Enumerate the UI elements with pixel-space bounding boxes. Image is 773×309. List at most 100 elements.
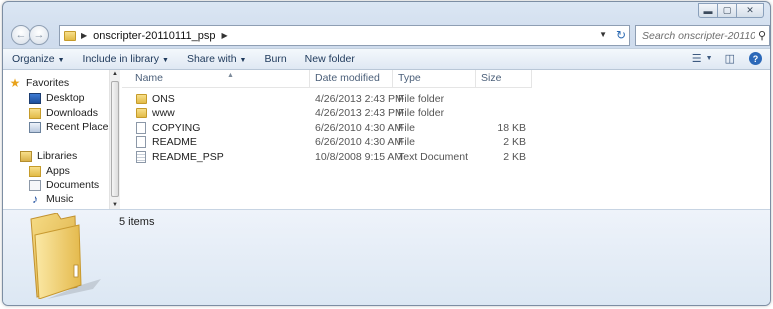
scroll-up-arrow-icon[interactable]: ▲ bbox=[112, 71, 118, 77]
views-icon[interactable]: ☰ bbox=[692, 52, 702, 65]
nav-item-documents[interactable]: Documents bbox=[29, 178, 99, 192]
views-dropdown-icon[interactable]: ▼ bbox=[706, 55, 713, 62]
file-name-cell: README bbox=[136, 135, 197, 149]
file-date: 10/8/2008 9:15 AM bbox=[315, 151, 404, 163]
forward-button[interactable]: → bbox=[29, 25, 49, 45]
item-count: 5 items bbox=[119, 216, 155, 228]
minimize-button[interactable]: ▬ bbox=[698, 3, 718, 18]
file-row[interactable]: README_PSP 10/8/2008 9:15 AM Text Docume… bbox=[122, 150, 542, 164]
folder-icon bbox=[136, 108, 147, 118]
nav-item-desktop[interactable]: Desktop bbox=[29, 91, 85, 105]
column-headers: Name ▲ Date modified Type Size bbox=[122, 70, 532, 88]
new-folder-button[interactable]: New folder bbox=[296, 53, 364, 65]
scroll-down-arrow-icon[interactable]: ▼ bbox=[112, 202, 118, 208]
file-type: File folder bbox=[398, 93, 445, 105]
search-box[interactable]: Search onscripter-20110111_... ⚲ bbox=[635, 25, 770, 46]
file-type: Text Document bbox=[398, 151, 469, 163]
downloads-folder-icon bbox=[29, 107, 41, 119]
forward-arrow-icon: → bbox=[33, 29, 45, 41]
file-size: 2 KB bbox=[503, 151, 526, 163]
file-row[interactable]: www 4/26/2013 2:43 PM File folder bbox=[122, 106, 542, 120]
address-history-dropdown-icon[interactable]: ▼ bbox=[599, 30, 607, 39]
nav-favorites[interactable]: ★ Favorites bbox=[9, 76, 70, 90]
file-name: README bbox=[152, 136, 197, 148]
search-icon[interactable]: ⚲ bbox=[755, 29, 769, 42]
file-row[interactable]: README 6/26/2010 4:30 AM File 2 KB bbox=[122, 135, 542, 149]
search-input[interactable]: Search onscripter-20110111_... bbox=[636, 30, 755, 42]
explorer-window: ▬ ▢ ✕ ← → ▶ onscripter-20110111_psp ▶ ▼ … bbox=[2, 1, 771, 306]
share-with-label: Share with bbox=[186, 53, 237, 65]
folder-icon bbox=[29, 165, 41, 177]
close-button[interactable]: ✕ bbox=[736, 3, 764, 18]
star-icon: ★ bbox=[9, 76, 21, 90]
preview-pane-icon[interactable]: ◫ bbox=[725, 52, 735, 65]
file-type: File bbox=[398, 122, 415, 134]
nav-item-label: Recent Places bbox=[46, 121, 114, 133]
toolbar-right-icons: ☰ ▼ ◫ ? bbox=[680, 52, 762, 65]
organize-menu[interactable]: Organize ▼ bbox=[3, 53, 74, 65]
include-in-library-menu[interactable]: Include in library ▼ bbox=[74, 53, 178, 65]
nav-item-music[interactable]: ♪ Music bbox=[29, 192, 73, 206]
navigation-pane: ★ Favorites Desktop Downloads Recent Pla… bbox=[3, 70, 114, 209]
column-header-size[interactable]: Size bbox=[476, 70, 532, 87]
nav-item-label: Documents bbox=[46, 179, 100, 191]
column-header-date-modified[interactable]: Date modified bbox=[310, 70, 393, 87]
chevron-down-icon: ▼ bbox=[239, 57, 247, 64]
folder-icon bbox=[64, 30, 76, 41]
nav-item-downloads[interactable]: Downloads bbox=[29, 106, 98, 120]
folder-icon bbox=[136, 94, 147, 104]
favorites-label: Favorites bbox=[26, 77, 70, 89]
text-document-icon bbox=[136, 151, 146, 163]
file-date: 4/26/2013 2:43 PM bbox=[315, 107, 404, 119]
content-area: ★ Favorites Desktop Downloads Recent Pla… bbox=[3, 70, 770, 209]
file-row[interactable]: ONS 4/26/2013 2:43 PM File folder bbox=[122, 92, 542, 106]
help-icon[interactable]: ? bbox=[749, 52, 762, 65]
command-bar: Organize ▼ Include in library ▼ Share with… bbox=[3, 48, 770, 70]
file-row[interactable]: COPYING 6/26/2010 4:30 AM File 18 KB bbox=[122, 121, 542, 135]
column-header-type[interactable]: Type bbox=[393, 70, 476, 87]
file-name-cell: ONS bbox=[136, 92, 175, 106]
details-pane: 5 items bbox=[3, 209, 770, 305]
documents-icon bbox=[29, 179, 41, 191]
column-header-name[interactable]: Name ▲ bbox=[130, 70, 310, 87]
scrollbar-thumb[interactable] bbox=[111, 81, 119, 197]
nav-item-apps[interactable]: Apps bbox=[29, 164, 70, 178]
back-button[interactable]: ← bbox=[11, 25, 31, 45]
file-name: README_PSP bbox=[152, 151, 224, 163]
share-with-menu[interactable]: Share with ▼ bbox=[178, 53, 256, 65]
address-bar[interactable]: ▶ onscripter-20110111_psp ▶ ▼ ↻ bbox=[59, 25, 630, 46]
burn-button[interactable]: Burn bbox=[255, 53, 295, 65]
file-type: File bbox=[398, 136, 415, 148]
column-name-label: Name bbox=[135, 72, 164, 84]
nav-item-recent-places[interactable]: Recent Places bbox=[29, 120, 114, 134]
chevron-down-icon: ▼ bbox=[162, 57, 169, 64]
breadcrumb-chevron-icon[interactable]: ▶ bbox=[221, 31, 227, 40]
nav-libraries[interactable]: Libraries bbox=[20, 149, 77, 163]
chevron-down-icon: ▼ bbox=[57, 57, 65, 64]
file-name-cell: www bbox=[136, 106, 175, 120]
file-name: ONS bbox=[152, 93, 175, 105]
recent-places-icon bbox=[29, 121, 41, 133]
navigation-row: ← → ▶ onscripter-20110111_psp ▶ ▼ ↻ Sear… bbox=[9, 24, 770, 46]
caption-buttons: ▬ ▢ ✕ bbox=[698, 3, 764, 18]
refresh-icon[interactable]: ↻ bbox=[616, 28, 626, 42]
breadcrumb-chevron-icon[interactable]: ▶ bbox=[81, 31, 87, 40]
breadcrumb-current[interactable]: onscripter-20110111_psp bbox=[93, 30, 215, 42]
file-date: 6/26/2010 4:30 AM bbox=[315, 122, 404, 134]
maximize-icon: ▢ bbox=[722, 5, 732, 15]
file-size bbox=[471, 92, 526, 106]
include-in-library-label: Include in library bbox=[82, 53, 159, 65]
file-date: 4/26/2013 2:43 PM bbox=[315, 93, 404, 105]
libraries-label: Libraries bbox=[37, 150, 78, 162]
organize-label: Organize bbox=[12, 53, 55, 65]
nav-item-label: Desktop bbox=[46, 92, 85, 104]
libraries-icon bbox=[20, 150, 32, 162]
maximize-button[interactable]: ▢ bbox=[717, 3, 737, 18]
file-icon bbox=[136, 122, 146, 134]
file-name-cell: README_PSP bbox=[136, 150, 224, 164]
sort-ascending-icon: ▲ bbox=[227, 72, 234, 79]
large-folder-icon bbox=[30, 213, 101, 299]
close-icon: ✕ bbox=[746, 5, 754, 15]
navigation-pane-scrollbar[interactable]: ▲ ▼ bbox=[109, 70, 120, 209]
file-size: 2 KB bbox=[503, 136, 526, 148]
